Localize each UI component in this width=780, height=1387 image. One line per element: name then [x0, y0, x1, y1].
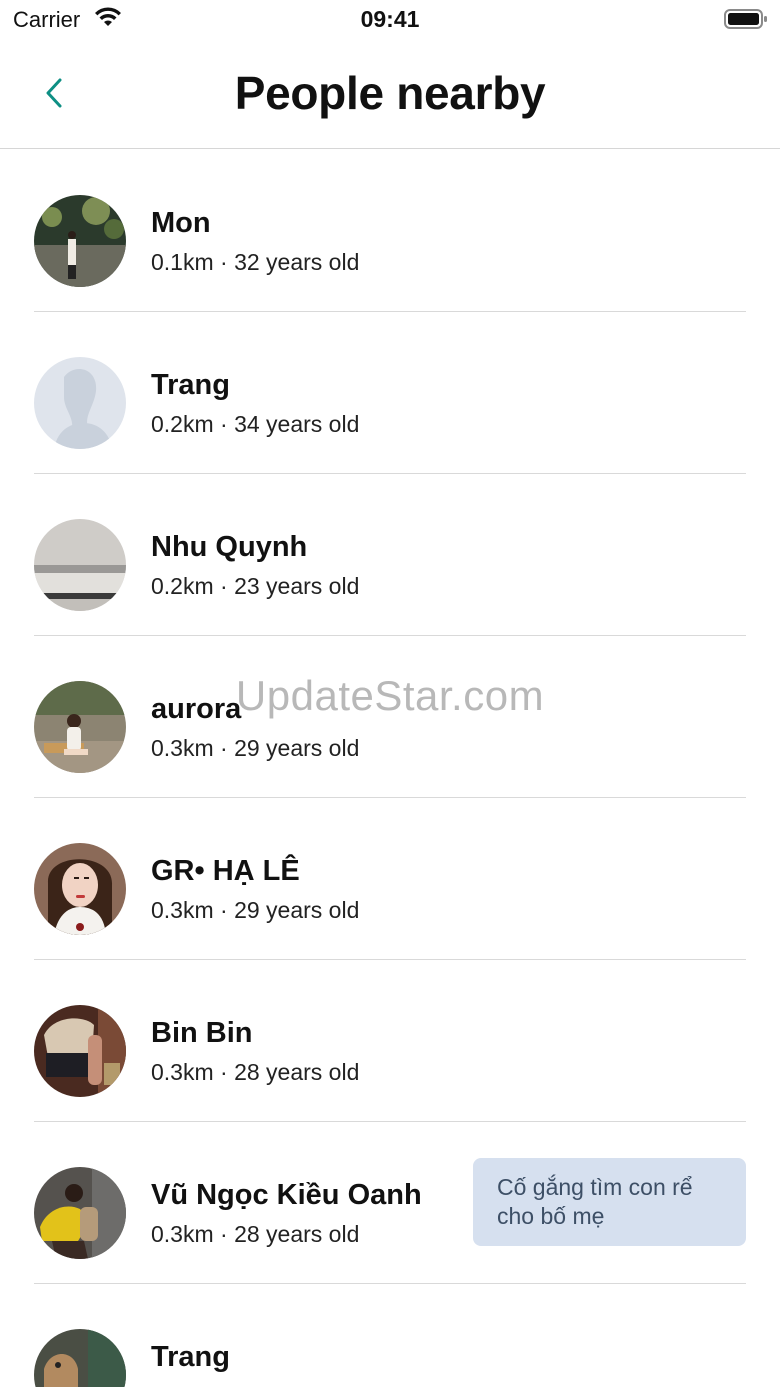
person-distance-age: 0.3km · 29 years old — [151, 897, 360, 923]
person-name: Nhu Quynh — [151, 531, 308, 563]
avatar — [34, 1329, 126, 1387]
battery-icon — [724, 9, 767, 29]
person-distance-age: 0.3km · 28 years old — [151, 1221, 360, 1247]
status-bar: Carrier 09:41 — [0, 0, 780, 40]
person-name: Mon — [151, 207, 211, 239]
person-distance-age: 0.3km · 28 years old — [151, 1059, 360, 1085]
person-row[interactable]: Vũ Ngọc Kiều Oanh 0.3km · 28 years old C… — [0, 1122, 780, 1284]
person-row[interactable]: Trang 0.2km · 34 years old — [0, 312, 780, 474]
person-name: GR• HẠ LÊ — [151, 855, 300, 887]
person-name: Vũ Ngọc Kiều Oanh — [151, 1179, 422, 1211]
person-row[interactable]: Mon 0.1km · 32 years old — [0, 150, 780, 312]
person-row[interactable]: GR• HẠ LÊ 0.3km · 29 years old — [0, 798, 780, 960]
avatar — [34, 519, 126, 611]
person-name: Trang — [151, 1341, 230, 1373]
avatar — [34, 357, 126, 449]
clock: 09:41 — [360, 6, 420, 32]
person-name: Trang — [151, 369, 230, 401]
avatar — [34, 843, 126, 935]
nav-bar: People nearby — [0, 40, 780, 149]
avatar — [34, 1167, 126, 1259]
page-title: People nearby — [234, 67, 546, 119]
person-name: Bin Bin — [151, 1017, 253, 1049]
people-nearby-screen: Carrier 09:41 People nearby Mon 0.1km · … — [0, 0, 780, 1387]
avatar — [34, 1005, 126, 1097]
person-distance-age: 0.3km · 29 years old — [151, 735, 360, 761]
person-row[interactable]: Bin Bin 0.3km · 28 years old — [0, 960, 780, 1122]
people-list: Mon 0.1km · 32 years old Trang 0.2km · 3… — [0, 150, 780, 1387]
person-name: aurora — [151, 693, 242, 725]
person-distance-age: 0.2km · 34 years old — [151, 411, 360, 437]
person-row[interactable]: Nhu Quynh 0.2km · 23 years old — [0, 474, 780, 636]
status-message-bubble: Cố gắng tìm con rể cho bố mẹ — [473, 1158, 746, 1246]
avatar — [34, 195, 126, 287]
person-distance-age: 0.2km · 23 years old — [151, 573, 360, 599]
person-row[interactable]: Trang — [0, 1284, 780, 1387]
person-distance-age: 0.1km · 32 years old — [151, 249, 360, 275]
avatar — [34, 681, 126, 773]
person-row[interactable]: aurora 0.3km · 29 years old — [0, 636, 780, 798]
